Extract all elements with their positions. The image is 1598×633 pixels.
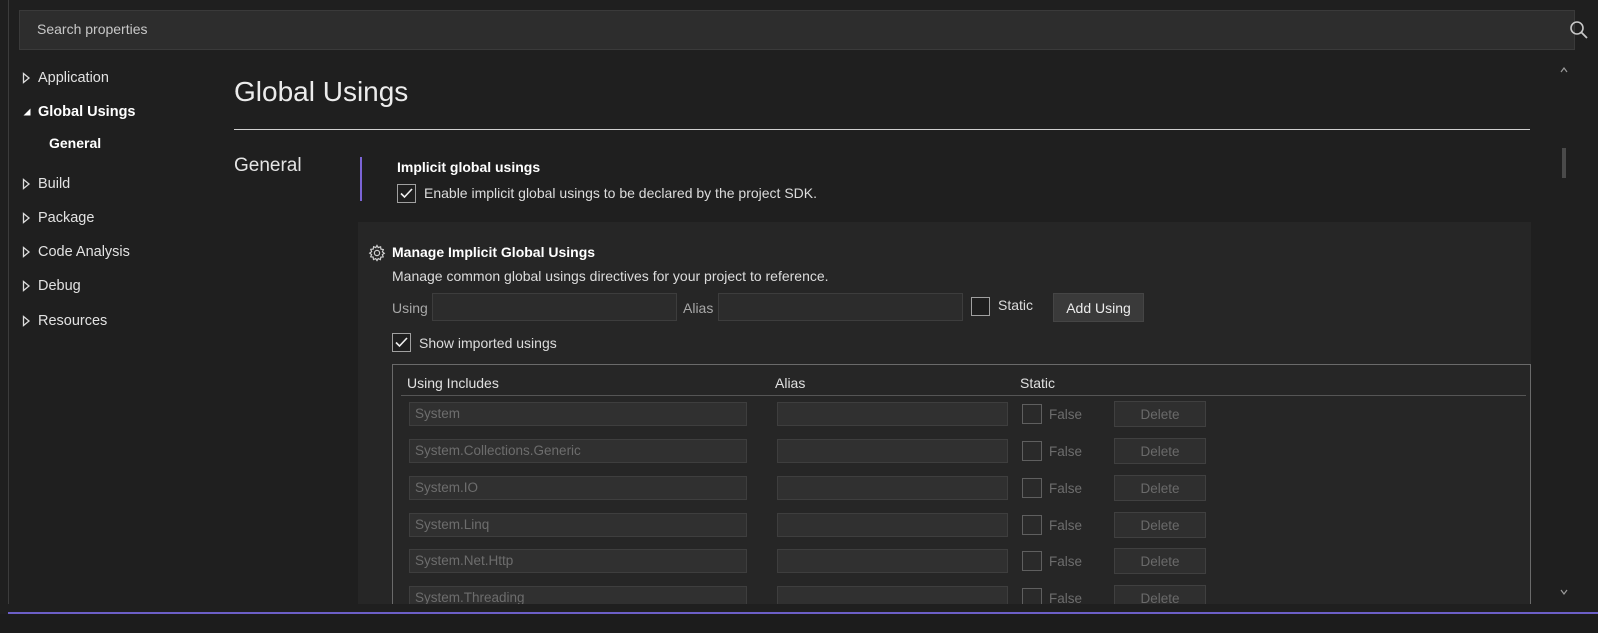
show-imported-usings-label: Show imported usings <box>419 335 557 351</box>
sidebar-item-code-analysis[interactable]: Code Analysis <box>22 241 130 263</box>
alias-label: Alias <box>683 300 714 316</box>
delete-button: Delete <box>1114 548 1206 574</box>
sidebar-item-label: Global Usings <box>38 104 136 120</box>
static-cell-value: False <box>1049 554 1083 569</box>
static-label: Static <box>998 297 1034 313</box>
alias-cell <box>777 476 1008 500</box>
using-cell: System.Threading <box>409 586 747 604</box>
using-label: Using <box>392 300 428 316</box>
delete-button: Delete <box>1114 438 1206 464</box>
checkmark-icon <box>400 188 413 199</box>
usings-table: Using Includes Alias Static System False… <box>392 364 1531 604</box>
static-cell-value: False <box>1049 444 1083 459</box>
add-using-button[interactable]: Add Using <box>1053 293 1144 322</box>
alias-input[interactable] <box>718 293 963 321</box>
delete-button: Delete <box>1114 512 1206 538</box>
vertical-scrollbar[interactable] <box>1559 60 1569 608</box>
scroll-down-icon[interactable] <box>1560 589 1568 595</box>
static-cell-checkbox <box>1022 478 1042 498</box>
delete-button: Delete <box>1114 475 1206 501</box>
sidebar-item-label: Resources <box>38 313 108 329</box>
scroll-thumb[interactable] <box>1562 148 1566 178</box>
collapse-triangle-icon[interactable] <box>22 107 38 117</box>
expand-triangle-icon[interactable] <box>22 246 38 258</box>
sidebar-item-label: Build <box>38 176 71 192</box>
using-input[interactable] <box>432 293 677 321</box>
sidebar-item-debug[interactable]: Debug <box>22 275 81 297</box>
alias-cell <box>777 549 1008 573</box>
show-imported-usings-checkbox[interactable] <box>392 333 411 352</box>
delete-button: Delete <box>1114 585 1206 604</box>
header-divider <box>401 395 1526 396</box>
alias-cell <box>777 513 1008 537</box>
column-header-using-includes: Using Includes <box>407 375 499 391</box>
alias-cell <box>777 439 1008 463</box>
expand-triangle-icon[interactable] <box>22 315 38 327</box>
using-cell: System.Net.Http <box>409 549 747 573</box>
static-cell-checkbox <box>1022 588 1042 604</box>
sidebar-item-resources[interactable]: Resources <box>22 310 107 332</box>
static-cell-value: False <box>1049 407 1083 422</box>
using-cell: System.Linq <box>409 513 747 537</box>
sidebar-item-label: Code Analysis <box>38 244 130 260</box>
expand-triangle-icon[interactable] <box>22 280 38 292</box>
enable-implicit-usings-checkbox[interactable] <box>397 184 416 203</box>
sidebar-item-application[interactable]: Application <box>22 67 109 89</box>
sidebar-item-label: Debug <box>38 278 81 294</box>
static-cell-value: False <box>1049 518 1083 533</box>
column-header-alias: Alias <box>775 375 806 391</box>
alias-cell <box>777 586 1008 604</box>
search-icon[interactable] <box>1568 19 1590 41</box>
manage-usings-description: Manage common global usings directives f… <box>392 268 829 284</box>
sidebar-item-package[interactable]: Package <box>22 207 94 229</box>
page-title: Global Usings <box>234 76 409 107</box>
manage-usings-heading: Manage Implicit Global Usings <box>392 244 596 260</box>
enable-implicit-usings-label: Enable implicit global usings to be decl… <box>424 185 817 201</box>
static-cell-checkbox <box>1022 404 1042 424</box>
status-strip <box>0 614 1598 633</box>
using-cell: System <box>409 402 747 426</box>
using-cell: System.IO <box>409 476 747 500</box>
implicit-usings-heading: Implicit global usings <box>397 159 541 175</box>
delete-button: Delete <box>1114 401 1206 427</box>
expand-triangle-icon[interactable] <box>22 178 38 190</box>
expand-triangle-icon[interactable] <box>22 212 38 224</box>
section-title: General <box>234 155 302 176</box>
column-header-static: Static <box>1020 375 1056 391</box>
checkmark-icon <box>395 337 408 348</box>
sidebar-item-build[interactable]: Build <box>22 173 70 195</box>
sidebar-item-label: Application <box>38 70 109 86</box>
static-checkbox[interactable] <box>971 297 990 316</box>
scroll-up-icon[interactable] <box>1560 67 1568 73</box>
static-cell-value: False <box>1049 481 1083 496</box>
left-border <box>8 0 9 604</box>
alias-cell <box>777 402 1008 426</box>
sidebar-item-global-usings[interactable]: Global Usings <box>22 101 136 123</box>
sidebar-subitem-general[interactable]: General <box>49 135 101 151</box>
title-divider <box>234 129 1530 130</box>
gear-icon <box>368 244 386 262</box>
search-placeholder: Search properties <box>37 21 148 37</box>
search-input[interactable] <box>19 10 1575 50</box>
static-cell-checkbox <box>1022 551 1042 571</box>
section-accent-bar <box>360 157 362 201</box>
static-cell-value: False <box>1049 591 1083 604</box>
static-cell-checkbox <box>1022 441 1042 461</box>
sidebar-item-label: Package <box>38 210 95 226</box>
expand-triangle-icon[interactable] <box>22 72 38 84</box>
using-cell: System.Collections.Generic <box>409 439 747 463</box>
static-cell-checkbox <box>1022 515 1042 535</box>
